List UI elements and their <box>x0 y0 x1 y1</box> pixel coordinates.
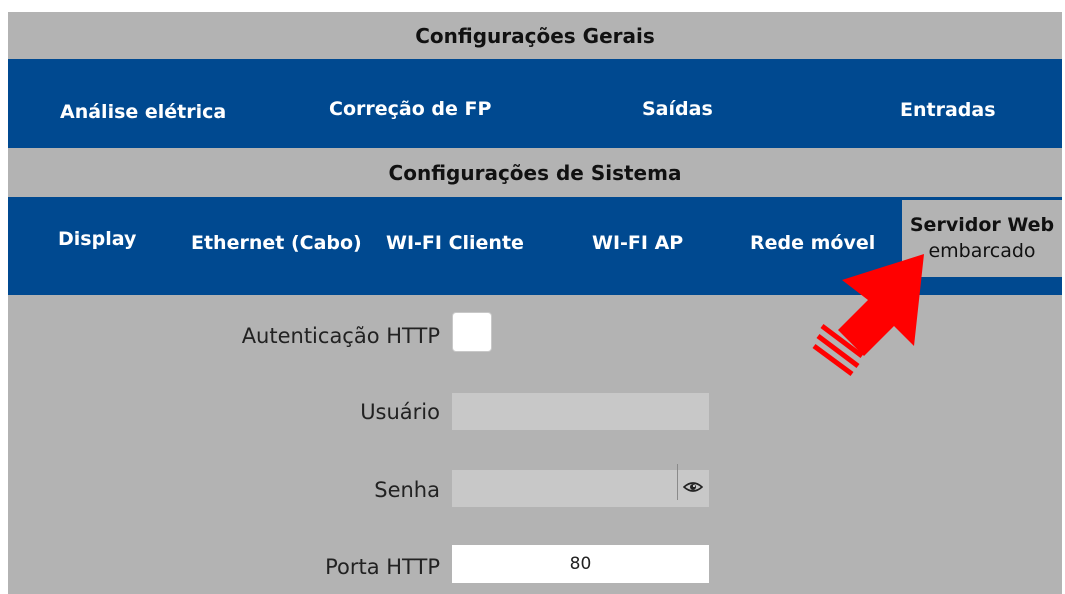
tab-display[interactable]: Display <box>58 228 136 250</box>
tab-saidas[interactable]: Saídas <box>642 98 713 120</box>
password-label: Senha <box>374 478 440 502</box>
password-field-divider <box>677 464 678 500</box>
general-settings-title: Configurações Gerais <box>8 12 1062 59</box>
http-port-input[interactable] <box>452 545 709 583</box>
settings-panel: Configurações Gerais Análise elétrica Co… <box>8 12 1062 594</box>
tab-ethernet[interactable]: Ethernet (Cabo) <box>191 232 362 254</box>
http-port-label: Porta HTTP <box>325 555 440 579</box>
password-input[interactable] <box>452 470 709 507</box>
tab-analise-eletrica[interactable]: Análise elétrica <box>60 101 226 123</box>
tab-entradas[interactable]: Entradas <box>900 99 996 121</box>
user-label: Usuário <box>360 400 440 424</box>
http-auth-label: Autenticação HTTP <box>241 324 440 348</box>
tab-wifi-ap[interactable]: WI-FI AP <box>592 232 683 254</box>
eye-icon[interactable] <box>683 479 703 495</box>
http-auth-checkbox[interactable] <box>452 312 492 352</box>
tab-correcao-fp[interactable]: Correção de FP <box>329 98 491 120</box>
system-settings-title: Configurações de Sistema <box>8 148 1062 197</box>
general-settings-nav: Análise elétrica Correção de FP Saídas E… <box>8 59 1062 148</box>
user-input[interactable] <box>452 393 709 430</box>
tab-servidor-web-label-line1: Servidor Web <box>909 214 1055 236</box>
tab-wifi-cliente[interactable]: WI-FI Cliente <box>386 232 524 254</box>
red-arrow-icon <box>812 254 924 377</box>
